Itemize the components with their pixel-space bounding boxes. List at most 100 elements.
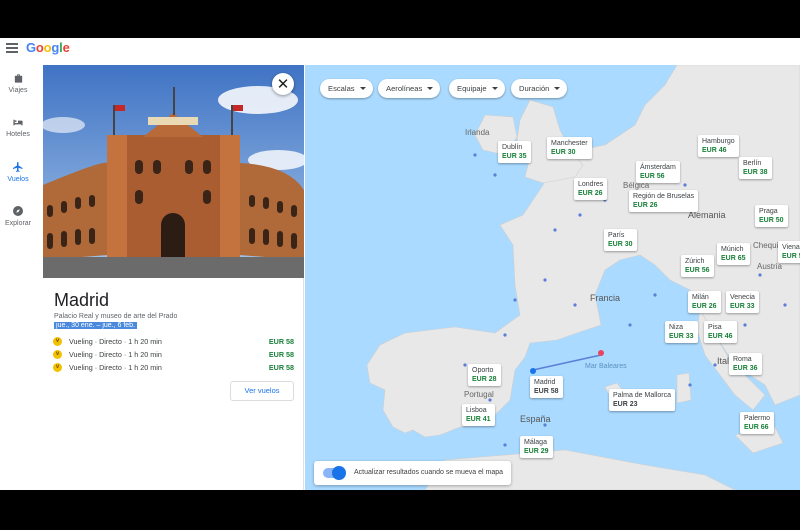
map-label-francia: Francia xyxy=(590,293,621,303)
pin-name: Ámsterdam xyxy=(640,164,676,171)
pin-name: Londres xyxy=(578,181,604,188)
filter-label: Duración xyxy=(519,84,550,93)
flight-price: EUR 58 xyxy=(268,350,294,359)
vueling-logo-icon: v xyxy=(53,350,62,359)
pin-price: EUR 28 xyxy=(472,376,497,383)
menu-icon[interactable] xyxy=(6,43,18,53)
pin-price: EUR 30 xyxy=(551,149,576,156)
price-pin-zurich[interactable]: Zúrich EUR 56 xyxy=(681,255,714,277)
pin-name: Lisboa xyxy=(466,407,487,414)
flight-price: EUR 58 xyxy=(268,363,294,372)
destination-subtitle: Palacio Real y museo de arte del Prado xyxy=(54,313,178,320)
map-update-label: Actualizar resultados cuando se mueva el… xyxy=(354,469,504,476)
flight-desc: Vueling · Directo · 1 h 20 min xyxy=(69,350,162,359)
trip-dates[interactable]: jue., 30 ene. – jue., 6 feb. xyxy=(54,322,138,329)
price-pin-manchester[interactable]: Manchester EUR 30 xyxy=(547,137,592,159)
destination-panel: ✕ Madrid Palacio Real y museo de arte de… xyxy=(43,65,304,490)
compass-icon xyxy=(13,206,23,216)
chevron-down-icon xyxy=(554,87,561,90)
price-pin-viena[interactable]: Viena EUR 50 xyxy=(778,241,800,263)
logo-letter: o xyxy=(35,40,44,55)
flight-row[interactable]: v Vueling · Directo · 1 h 20 min EUR 58 xyxy=(53,362,296,374)
price-pin-palermo[interactable]: Palermo EUR 66 xyxy=(740,412,775,434)
pin-name: París xyxy=(608,232,625,239)
side-rail: Viajes Hoteles Vuelos Explorar xyxy=(0,65,36,490)
price-pin-milan[interactable]: Milán EUR 26 xyxy=(688,291,721,313)
pin-name: Niza xyxy=(669,324,684,331)
pin-name: Palma de Mallorca xyxy=(613,392,671,399)
pin-price: EUR 66 xyxy=(744,424,769,431)
logo-letter: e xyxy=(62,40,70,55)
chevron-down-icon xyxy=(491,87,498,90)
price-pin-munich[interactable]: Múnich EUR 65 xyxy=(717,243,750,265)
map[interactable]: Irlanda Bélgica Alemania Francia Italia … xyxy=(305,65,800,490)
pin-name: Múnich xyxy=(721,246,744,253)
map-land xyxy=(366,65,800,490)
pin-name: Hamburgo xyxy=(702,138,735,145)
price-pin-paris[interactable]: París EUR 30 xyxy=(604,229,637,251)
pin-price: EUR 35 xyxy=(502,153,527,160)
price-pin-londres[interactable]: Londres EUR 26 xyxy=(574,178,608,200)
price-pin-hamburgo[interactable]: Hamburgo EUR 46 xyxy=(698,135,739,157)
map-label-irlanda: Irlanda xyxy=(465,128,490,137)
price-pin-dublin[interactable]: Dublín EUR 35 xyxy=(498,141,531,163)
filter-escalas[interactable]: Escalas xyxy=(320,79,373,98)
filter-aerolineas[interactable]: Aerolíneas xyxy=(378,79,441,98)
rail-item-hoteles[interactable]: Hoteles xyxy=(0,117,36,138)
flight-desc: Vueling · Directo · 1 h 20 min xyxy=(69,363,162,372)
filter-label: Escalas xyxy=(328,84,355,93)
rail-label: Viajes xyxy=(8,87,28,94)
pin-price: EUR 29 xyxy=(524,448,549,455)
price-pin-pisa[interactable]: Pisa EUR 46 xyxy=(704,321,737,343)
pin-name: Berlín xyxy=(743,160,762,167)
price-pin-roma[interactable]: Roma EUR 36 xyxy=(729,353,762,375)
map-update-toggle-bar: Actualizar resultados cuando se mueva el… xyxy=(314,461,512,485)
filter-label: Aerolíneas xyxy=(386,84,423,93)
price-pin-berlin[interactable]: Berlín EUR 38 xyxy=(739,157,772,179)
price-pin-palma[interactable]: Palma de Mallorca EUR 23 xyxy=(609,389,675,411)
pin-name: Roma xyxy=(733,356,752,363)
map-update-toggle[interactable] xyxy=(323,466,346,480)
vueling-logo-icon: v xyxy=(53,363,62,372)
bed-icon xyxy=(13,119,23,126)
price-pin-amsterdam[interactable]: Ámsterdam EUR 56 xyxy=(636,161,680,183)
pin-name: Praga xyxy=(759,208,778,215)
close-button[interactable]: ✕ xyxy=(272,73,294,95)
view-flights-button[interactable]: Ver vuelos xyxy=(230,381,294,401)
rail-item-vuelos[interactable]: Vuelos xyxy=(0,161,36,183)
filter-equipaje[interactable]: Equipaje xyxy=(449,79,505,98)
pin-name: Manchester xyxy=(551,140,588,147)
flight-row[interactable]: v Vueling · Directo · 1 h 20 min EUR 58 xyxy=(53,349,296,361)
price-pin-venecia[interactable]: Venecia EUR 33 xyxy=(726,291,759,313)
close-icon: ✕ xyxy=(276,76,290,93)
map-label-portugal: Portugal xyxy=(464,390,494,399)
filter-duracion[interactable]: Duración xyxy=(511,79,568,98)
filter-label: Equipaje xyxy=(457,84,487,93)
price-pin-praga[interactable]: Praga EUR 50 xyxy=(755,205,788,227)
top-bar: Google xyxy=(0,38,800,65)
price-pin-bruselas[interactable]: Región de Bruselas EUR 26 xyxy=(629,190,699,212)
map-label-espana: España xyxy=(520,414,551,424)
price-pin-madrid[interactable]: Madrid EUR 58 xyxy=(530,376,563,398)
pin-price: EUR 23 xyxy=(613,401,638,408)
price-pin-malaga[interactable]: Málaga EUR 29 xyxy=(520,436,553,458)
pin-price: EUR 33 xyxy=(669,333,694,340)
price-pin-oporto[interactable]: Oporto EUR 28 xyxy=(468,364,501,386)
pin-name: Milán xyxy=(692,294,709,301)
price-pin-lisboa[interactable]: Lisboa EUR 41 xyxy=(462,404,495,426)
pin-price: EUR 38 xyxy=(743,169,768,176)
map-label-austria: Austria xyxy=(757,262,782,271)
suitcase-icon xyxy=(14,74,22,83)
rail-item-explorar[interactable]: Explorar xyxy=(0,205,36,227)
pin-price: EUR 41 xyxy=(466,416,491,423)
pin-name: Región de Bruselas xyxy=(633,193,695,200)
rail-label: Hoteles xyxy=(6,131,30,138)
google-logo[interactable]: Google xyxy=(26,40,70,55)
pin-name: Málaga xyxy=(524,439,547,446)
pin-price: EUR 26 xyxy=(578,190,603,197)
flight-row[interactable]: v Vueling · Directo · 1 h 20 min EUR 58 xyxy=(53,336,296,348)
rail-item-viajes[interactable]: Viajes xyxy=(0,73,36,94)
rail-label: Explorar xyxy=(4,220,32,227)
price-pin-niza[interactable]: Niza EUR 33 xyxy=(665,321,698,343)
pin-price: EUR 30 xyxy=(608,241,633,248)
